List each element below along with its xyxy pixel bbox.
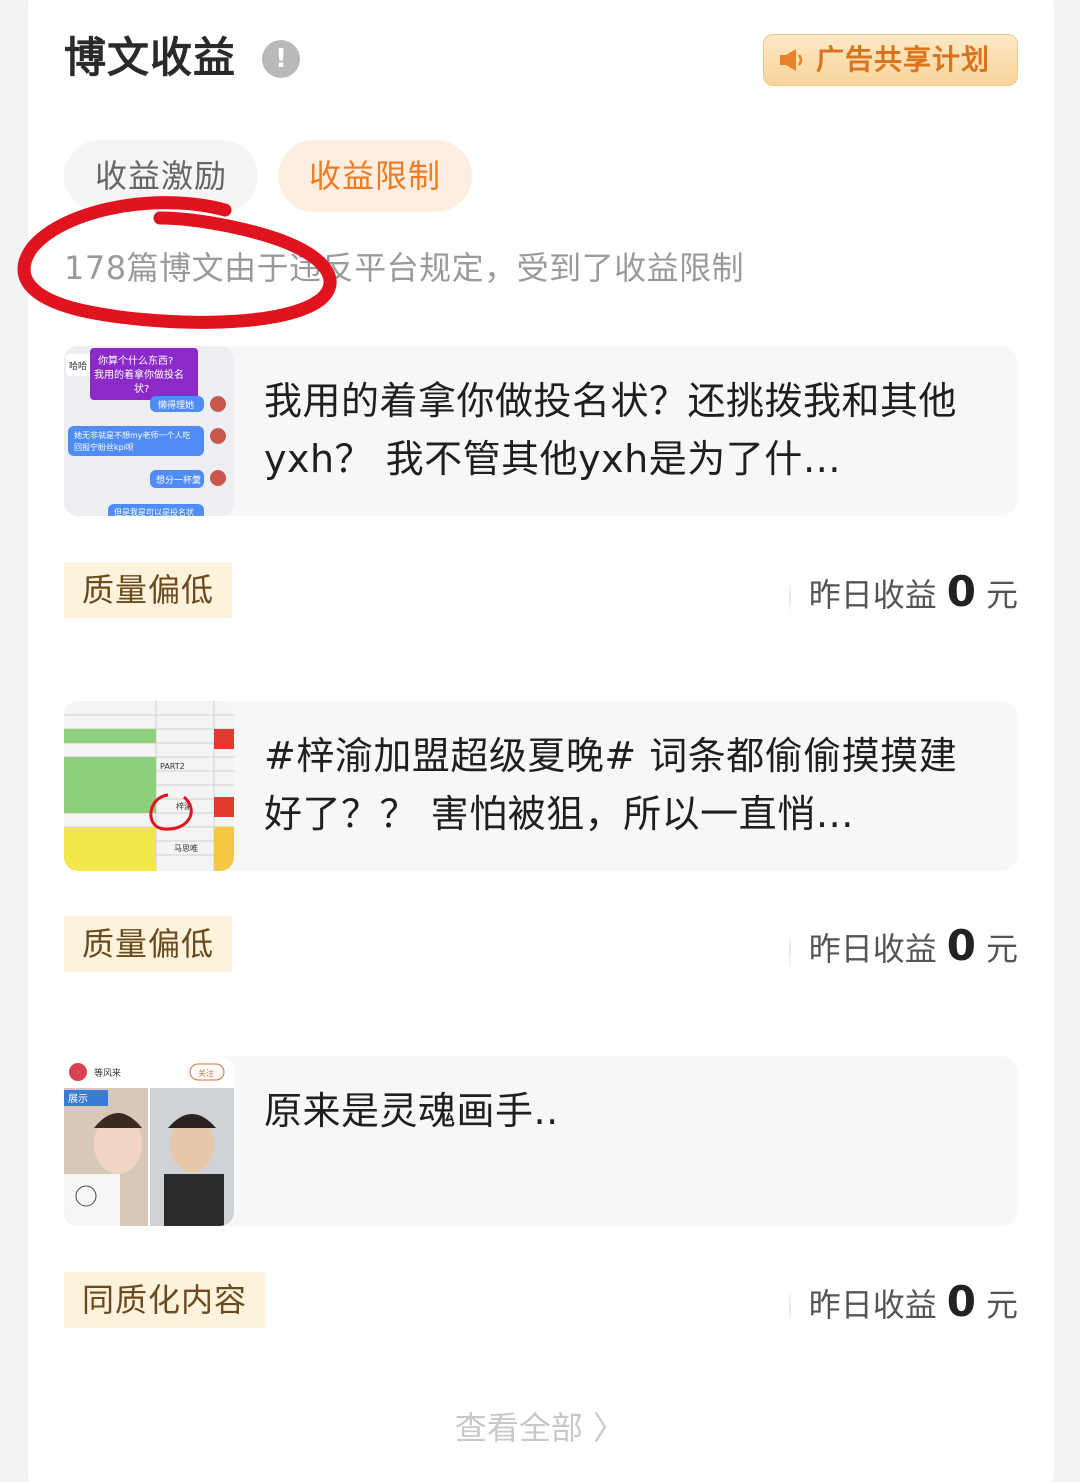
svg-text:哈哈: 哈哈 [69, 360, 87, 372]
svg-text:我用的着拿你做投名: 我用的着拿你做投名 [94, 368, 184, 381]
earnings-value: 0 [946, 1277, 976, 1326]
yesterday-earnings: 昨日收益 0 元 [788, 916, 1018, 979]
divider [788, 1289, 791, 1325]
annotation-red-circle [17, 196, 337, 329]
earnings-label: 昨日收益 [808, 1286, 937, 1324]
page-title: 博文收益 [64, 33, 237, 82]
post-item[interactable]: PART2 梓渝 马思唯 #梓渝加盟超级夏晚# 词条都偷偷摸摸建好了？？ 害怕被… [64, 701, 1018, 871]
svg-text:她无非就是不想my老师一个人吃: 她无非就是不想my老师一个人吃 [74, 430, 191, 440]
divider [788, 579, 791, 615]
earnings-unit: 元 [985, 1286, 1018, 1324]
svg-text:PART2: PART2 [160, 762, 185, 771]
post-thumbnail[interactable]: 哈哈 你算个什么东西? 我用的着拿你做投名 状? 懒得理她 她无非就是不想my老… [64, 346, 234, 516]
earnings-label: 昨日收益 [808, 930, 937, 968]
speaker-icon [780, 49, 803, 71]
svg-text:你算个什么东西?: 你算个什么东西? [98, 354, 173, 367]
earnings-label: 昨日收益 [808, 576, 937, 614]
yesterday-earnings: 昨日收益 0 元 [788, 1272, 1018, 1335]
svg-text:马思唯: 马思唯 [174, 843, 198, 853]
earnings-value: 0 [946, 567, 976, 616]
svg-text:但是我是可以是投名状: 但是我是可以是投名状 [114, 507, 194, 516]
status-badge: 质量偏低 [64, 916, 233, 972]
earnings-unit: 元 [985, 930, 1018, 968]
ad-share-plan-button[interactable]: 广告共享计划 [763, 34, 1018, 86]
schedule-table-image: PART2 梓渝 马思唯 [64, 701, 234, 871]
post-thumbnail[interactable]: PART2 梓渝 马思唯 [64, 701, 234, 871]
svg-text:回报宁盼丝kpi呗: 回报宁盼丝kpi呗 [74, 442, 134, 452]
earnings-value: 0 [946, 921, 976, 970]
chat-screenshot-image: 哈哈 你算个什么东西? 我用的着拿你做投名 状? 懒得理她 她无非就是不想my老… [64, 346, 234, 516]
post-item[interactable]: 哈哈 你算个什么东西? 我用的着拿你做投名 状? 懒得理她 她无非就是不想my老… [64, 346, 1018, 516]
svg-text:展示: 展示 [68, 1093, 88, 1105]
ad-share-plan-label: 广告共享计划 [816, 43, 991, 76]
svg-text:懒得理她: 懒得理她 [158, 399, 194, 411]
yesterday-earnings: 昨日收益 0 元 [788, 562, 1018, 625]
svg-text:关注: 关注 [198, 1068, 214, 1078]
post-thumbnail[interactable]: 等风来 关注 展示 [64, 1056, 234, 1226]
svg-text:想分一杯羹: 想分一杯羹 [156, 474, 201, 486]
svg-text:等风来: 等风来 [94, 1067, 121, 1079]
status-badge: 质量偏低 [64, 562, 233, 618]
post-text: #梓渝加盟超级夏晚# 词条都偷偷摸摸建好了？？ 害怕被狙，所以一直悄… [264, 734, 958, 836]
view-all-link[interactable]: 查看全部 〉 [0, 1398, 1080, 1458]
info-icon[interactable]: ! [262, 40, 300, 78]
photo-collage-image: 等风来 关注 展示 [64, 1056, 234, 1226]
post-text: 我用的着拿你做投名状？还挑拨我和其他yxh？ 我不管其他yxh是为了什… [264, 379, 958, 481]
post-text: 原来是灵魂画手.. [264, 1089, 559, 1133]
post-item[interactable]: 等风来 关注 展示 原来是灵魂画手.. [64, 1056, 1018, 1226]
svg-text:状?: 状? [134, 382, 149, 395]
earnings-unit: 元 [985, 576, 1018, 614]
status-badge: 同质化内容 [64, 1272, 266, 1328]
divider [788, 933, 791, 969]
